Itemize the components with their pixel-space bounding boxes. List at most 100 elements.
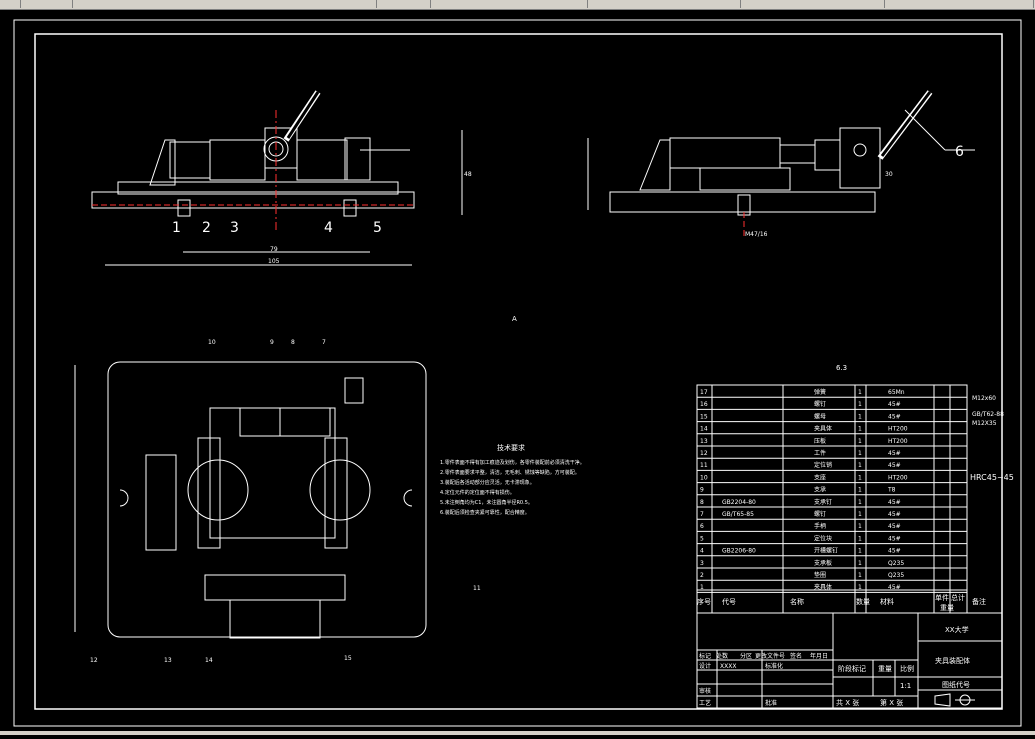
dimension-text: 105 [268, 258, 280, 265]
drawing-canvas[interactable]: 1 2 3 4 5 79 105 48 6 M47/16 30 A 10 9 8… [0, 10, 1035, 735]
bom-cell-no: 6 [700, 523, 704, 530]
dimension-text: M47/16 [745, 231, 768, 238]
bom-cell-qty: 1 [858, 438, 862, 445]
outer-frame [13, 19, 1022, 727]
bom-cell-qty: 1 [858, 426, 862, 433]
lineweight-dropdown[interactable] [744, 0, 885, 8]
side-view [587, 90, 975, 238]
projection-symbol-icon [934, 693, 975, 707]
bom-cell-name: 螺钉 [814, 400, 826, 408]
bom-cell-name: 支座 [814, 473, 826, 481]
bom-cell-qty: 1 [858, 450, 862, 457]
bom-cell-mat: 45# [888, 523, 901, 530]
roughness-mark: 6.3 [836, 364, 847, 372]
title-block-text: XX大学 夹具装配体 图纸代号 比例 1:1 阶段标记 重量 共 X 张 第 X… [699, 625, 970, 707]
tech-line: 2.零件表面要求平整，清洁，无毛刺、锈蚀等缺陷，方可装配。 [440, 469, 580, 476]
bom-cell-name: 螺母 [814, 412, 826, 420]
bom-cell-name: 工件 [814, 449, 826, 457]
front-view-labels: 1 2 3 4 5 [172, 220, 382, 236]
tb-row: 年月日 [810, 652, 828, 660]
bom-cell-mat: HT200 [888, 438, 908, 445]
bom-cell-code: GB2204-80 [722, 499, 756, 506]
bom-cell-mat: 45# [888, 401, 901, 408]
drawing-no: 图纸代号 [942, 680, 970, 689]
part-label: 1 [172, 220, 181, 236]
bom-cell-qty: 1 [858, 389, 862, 396]
plotstyle-dropdown[interactable] [888, 0, 1034, 8]
tb-std: 标准化 [765, 662, 783, 670]
tb-row: 签名 [790, 652, 802, 660]
plan-view [74, 361, 427, 639]
bom-cell-no: 3 [700, 560, 704, 567]
toolbar-icon[interactable] [0, 0, 21, 8]
bom-cell-qty: 1 [858, 462, 862, 469]
toolbar-icon[interactable] [22, 0, 73, 8]
bom-cell-name: 支承 [814, 486, 826, 494]
scale-value: 1:1 [900, 682, 911, 690]
bom-header-cell: 备注 [972, 597, 986, 606]
tb-design: 设计 [699, 662, 711, 670]
bom-cell-mat: 45# [888, 584, 901, 591]
bom-cell-name: 手柄 [814, 522, 826, 530]
bom-cell-name: 开槽螺钉 [814, 547, 838, 555]
bom-cell-mat: Q235 [888, 572, 904, 579]
part-label: 13 [164, 657, 172, 664]
layer-dropdown[interactable] [76, 0, 377, 8]
bom-cell-name: 夹具体 [814, 583, 832, 591]
bom-cell-no: 8 [700, 499, 704, 506]
part-label: 3 [230, 220, 239, 236]
bom-cell-no: 12 [700, 450, 708, 457]
bom-cell-name: 垫圈 [814, 571, 826, 579]
part-label: 8 [291, 339, 295, 346]
part-label: 4 [324, 220, 333, 236]
bom-header-cell: 重量 [940, 604, 954, 612]
bom-header-cell: 代号 [722, 597, 736, 606]
part-label: 2 [202, 220, 211, 236]
bom-cell-code: GB2206-80 [722, 548, 756, 555]
bom-cell-qty: 1 [858, 572, 862, 579]
bom-cell-qty: 1 [858, 487, 862, 494]
sheets-total: 共 X 张 [836, 698, 859, 707]
tech-line: 6.装配后须检查夹紧可靠性，配合精度。 [440, 509, 530, 516]
toolbar-icon[interactable] [378, 0, 431, 8]
side-note: M12x60 [972, 395, 996, 402]
part-label: 10 [208, 339, 216, 346]
tech-line: 1.零件表面不得有加工痕迹及划伤，各零件装配前必须清洗干净。 [440, 459, 585, 466]
app-toolbar [0, 0, 1035, 10]
color-dropdown[interactable] [432, 0, 588, 8]
bom-cell-qty: 1 [858, 413, 862, 420]
bom-cell-qty: 1 [858, 401, 862, 408]
bom-header-cell: 序号 [697, 597, 711, 606]
bom-cell-name: 支承板 [814, 559, 832, 567]
inner-frame [34, 33, 1003, 710]
bom-header-cell: 单件 [935, 593, 949, 602]
status-strip [0, 731, 1035, 735]
side-note: M12X35 [972, 420, 997, 427]
bom-cell-name: 夹具体 [814, 425, 832, 433]
scale-label: 比例 [900, 664, 914, 673]
part-label: 5 [373, 220, 382, 236]
bom-header-cell: 材料 [880, 597, 894, 606]
bom-header: 序号 代号 名称 数量 材料 单件 总计 重量 备注 [697, 593, 986, 612]
linetype-dropdown[interactable] [590, 0, 741, 8]
bom-cell-qty: 1 [858, 535, 862, 542]
part-label: 6 [955, 144, 964, 160]
bom-cell-no: 1 [700, 584, 704, 591]
bom-cell-mat: 45# [888, 413, 901, 420]
tb-process: 工艺 [699, 699, 711, 707]
stage-label: 阶段标记 [838, 664, 866, 673]
bom-cell-mat: 45# [888, 450, 901, 457]
side-note: GB/T62-88 [972, 411, 1004, 418]
bom-cell-no: 5 [700, 535, 704, 542]
bom-cell-name: 支承钉 [814, 498, 832, 506]
part-label: 12 [90, 657, 98, 664]
bom-cell-qty: 1 [858, 523, 862, 530]
bom-cell-no: 15 [700, 413, 708, 420]
part-label: 11 [473, 585, 481, 592]
tb-row: 分区 [740, 652, 752, 660]
bom-header-cell: 名称 [790, 597, 804, 606]
cad-drawing: 1 2 3 4 5 79 105 48 6 M47/16 30 A 10 9 8… [13, 19, 1022, 727]
tb-design-name: XXXX [720, 663, 736, 670]
bom-cell-no: 4 [700, 548, 704, 555]
bom-cell-mat: HT200 [888, 426, 908, 433]
